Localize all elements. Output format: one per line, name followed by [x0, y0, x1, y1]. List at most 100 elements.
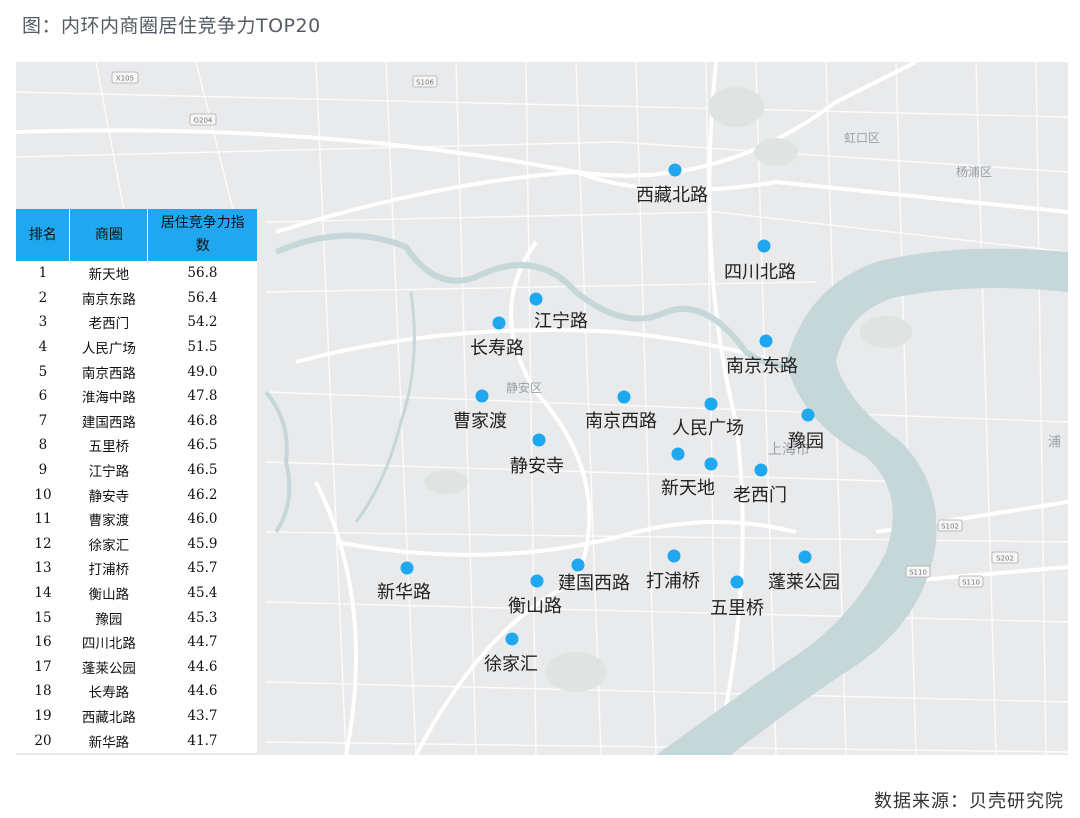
- cell-area: 老西门: [88, 316, 130, 333]
- cell-rank: 15: [34, 609, 52, 626]
- label-xizangbeilu: 西藏北路: [636, 185, 708, 206]
- marker-xintiandi[interactable]: [671, 447, 685, 461]
- table-row: 14 衡山路 45.4: [16, 581, 257, 606]
- cell-rank: 3: [38, 314, 48, 331]
- shield-s110: S110: [909, 569, 927, 577]
- label-renminguangchang: 人民广场: [672, 418, 744, 439]
- cell-score: 46.2: [187, 486, 218, 503]
- marker-xujiahui[interactable]: [505, 632, 519, 646]
- table-row: 5 南京西路 49.0: [16, 359, 257, 384]
- cell-area: 豫园: [95, 611, 123, 628]
- table-row: 1 新天地 56.8: [16, 261, 257, 286]
- cell-rank: 5: [38, 363, 48, 380]
- cell-rank: 17: [34, 658, 52, 675]
- data-source-note: 数据来源：贝壳研究院: [874, 791, 1064, 812]
- cell-rank: 2: [38, 289, 48, 306]
- table-row: 13 打浦桥 45.7: [16, 556, 257, 581]
- cell-score: 51.5: [187, 339, 218, 356]
- cell-rank: 4: [38, 339, 48, 356]
- table-row: 18 长寿路 44.6: [16, 679, 257, 704]
- marker-changshoulu[interactable]: [492, 316, 506, 330]
- table-row: 2 南京东路 56.4: [16, 286, 257, 311]
- label-caojiadu: 曹家渡: [453, 411, 507, 432]
- table-row: 12 徐家汇 45.9: [16, 532, 257, 557]
- marker-jiangninglu[interactable]: [529, 292, 543, 306]
- label-sichuanbeilu: 四川北路: [724, 262, 796, 283]
- table-row: 4 人民广场 51.5: [16, 335, 257, 360]
- marker-nanjingxilu[interactable]: [617, 390, 631, 404]
- cell-area: 衡山路: [88, 587, 130, 604]
- cell-score: 46.8: [187, 412, 218, 429]
- cell-area: 曹家渡: [88, 513, 130, 530]
- cell-score: 47.8: [187, 388, 218, 405]
- table-row: 6 淮海中路 47.8: [16, 384, 257, 409]
- label-penglaigongyuan: 蓬莱公园: [768, 572, 840, 593]
- marker-renminguangchang[interactable]: [704, 397, 718, 411]
- cell-rank: 18: [34, 683, 52, 700]
- district-jingan: 静安区: [506, 380, 542, 395]
- marker-huaihaizhonglu[interactable]: [704, 457, 718, 471]
- label-jinganshi: 静安寺: [510, 456, 564, 477]
- table-row: 3 老西门 54.2: [16, 310, 257, 335]
- cell-area: 静安寺: [88, 488, 130, 505]
- marker-laoximen[interactable]: [754, 463, 768, 477]
- table-row: 20 新华路 41.7: [16, 728, 257, 753]
- label-jiangninglu: 江宁路: [534, 311, 588, 332]
- marker-xizangbeilu[interactable]: [668, 163, 682, 177]
- cell-score: 44.6: [187, 658, 218, 675]
- header-score-text: 居住竞争力指数: [160, 215, 245, 254]
- label-nanjingdonglu: 南京东路: [726, 356, 798, 377]
- marker-sichuanbeilu[interactable]: [757, 239, 771, 253]
- cell-rank: 20: [34, 732, 52, 749]
- marker-jinganshi[interactable]: [532, 433, 546, 447]
- cell-rank: 10: [34, 486, 52, 503]
- label-yuyuan: 豫园: [788, 431, 824, 452]
- cell-area: 淮海中路: [81, 390, 136, 407]
- cell-score: 44.6: [187, 683, 218, 700]
- marker-jianguoxilu[interactable]: [571, 558, 585, 572]
- table-row: 10 静安寺 46.2: [16, 482, 257, 507]
- label-changshoulu: 长寿路: [470, 338, 524, 359]
- cell-rank: 16: [34, 634, 52, 651]
- ranking-table: 排名 商圈 居住竞争力指数 1 新天地 56.8 2 南京东路 56.4 3 老西门 54.2 4…: [16, 209, 257, 753]
- cell-area: 南京西路: [81, 365, 136, 382]
- marker-nanjingdonglu[interactable]: [759, 334, 773, 348]
- marker-dapuqiao[interactable]: [667, 549, 681, 563]
- cell-rank: 19: [34, 707, 52, 724]
- marker-xinhualu[interactable]: [400, 561, 414, 575]
- cell-score: 56.4: [187, 289, 218, 306]
- cell-rank: 9: [38, 462, 48, 479]
- cell-rank: 13: [34, 560, 52, 577]
- table-row: 16 四川北路 44.7: [16, 630, 257, 655]
- marker-wuliqiao[interactable]: [730, 575, 744, 589]
- header-area: 商圈: [69, 209, 149, 261]
- marker-caojiadu[interactable]: [475, 389, 489, 403]
- marker-yuyuan[interactable]: [801, 408, 815, 422]
- cell-score: 45.7: [187, 560, 218, 577]
- marker-penglaigongyuan[interactable]: [798, 550, 812, 564]
- label-xinhualu: 新华路: [377, 582, 431, 603]
- cell-score: 46.5: [187, 437, 218, 454]
- cell-score: 41.7: [187, 732, 218, 749]
- label-xujiahui: 徐家汇: [484, 654, 538, 675]
- cell-score: 46.5: [187, 462, 218, 479]
- cell-score: 56.8: [187, 265, 218, 282]
- table-header-row: 排名 商圈 居住竞争力指数: [16, 209, 257, 261]
- cell-area: 南京东路: [81, 291, 136, 308]
- cell-rank: 6: [38, 388, 48, 405]
- table-row: 8 五里桥 46.5: [16, 433, 257, 458]
- label-wuliqiao: 五里桥: [710, 598, 764, 619]
- table-row: 17 蓬莱公园 44.6: [16, 655, 257, 680]
- map-panel[interactable]: X105 S106 G204 S102 S202 S110 S110 虹口区 杨…: [16, 62, 1068, 755]
- table-body: 1 新天地 56.8 2 南京东路 56.4 3 老西门 54.2 4 人民广场 51.5 5 南京西路 4…: [16, 261, 257, 753]
- shield-s106: S106: [416, 79, 434, 87]
- cell-area: 徐家汇: [88, 537, 130, 554]
- shield-s110-2: S110: [962, 579, 980, 587]
- shield-s102: S102: [941, 523, 959, 531]
- label-dapuqiao: 打浦桥: [646, 571, 700, 592]
- cell-rank: 12: [34, 535, 52, 552]
- marker-hengshanlu[interactable]: [530, 574, 544, 588]
- cell-score: 49.0: [187, 363, 218, 380]
- cell-score: 43.7: [187, 707, 218, 724]
- cell-score: 45.9: [187, 535, 218, 552]
